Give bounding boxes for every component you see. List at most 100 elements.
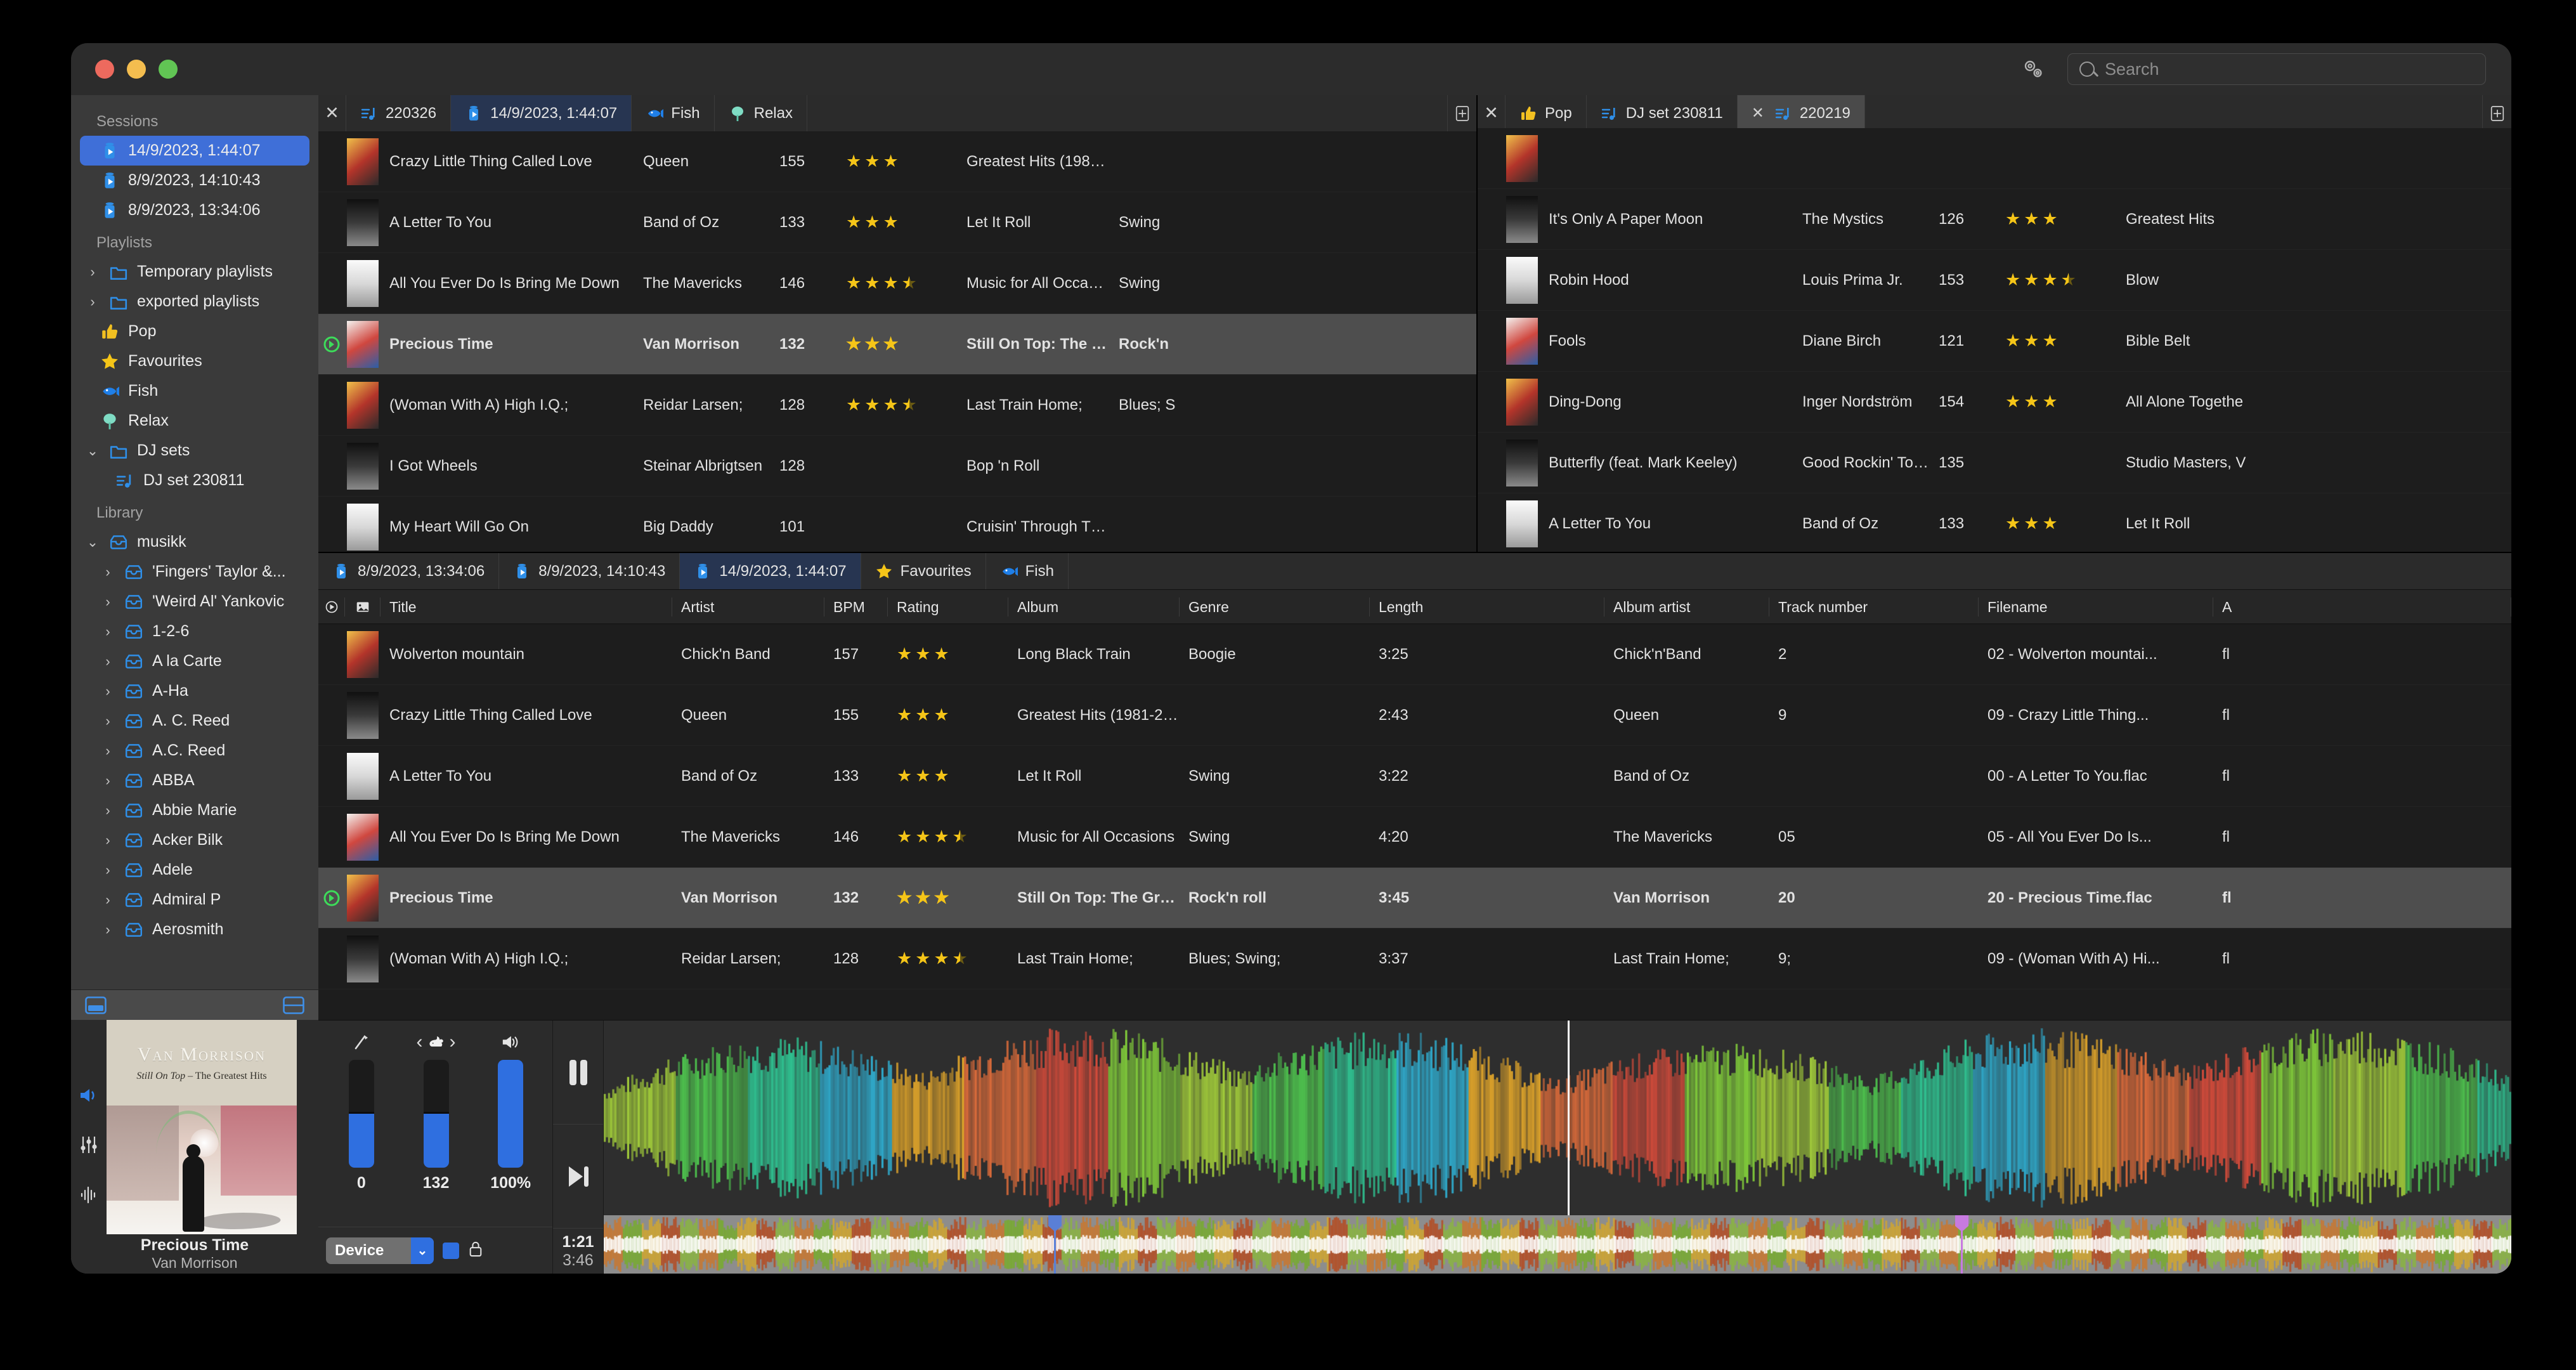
tab-fish[interactable]: Fish bbox=[632, 95, 715, 131]
rating-stars[interactable]: ★ ★ ★ bbox=[846, 214, 958, 231]
rating-stars[interactable]: ★ ★ ★ bbox=[2005, 332, 2117, 349]
table-row[interactable]: Crazy Little Thing Called Love Queen 155 ★ ★… bbox=[318, 131, 1476, 192]
chevron-right-icon[interactable]: › bbox=[101, 892, 114, 908]
tab-8-9-2023-13-34-06[interactable]: 8/9/2023, 13:34:06 bbox=[318, 553, 500, 589]
table-row[interactable]: A Letter To You Band of Oz 133 ★ ★ ★ Let It Ro… bbox=[318, 746, 2511, 807]
playback-controls[interactable]: 1:21 3:46 bbox=[553, 1021, 604, 1274]
device-select[interactable]: Device ⌄ bbox=[326, 1237, 434, 1264]
waveform-overview[interactable] bbox=[604, 1215, 2511, 1274]
column-header-a[interactable]: A bbox=[2213, 597, 2511, 616]
row-rating[interactable]: ★ ★ ★ ★ bbox=[837, 275, 958, 292]
chevron-right-icon[interactable]: › bbox=[86, 294, 99, 310]
table-row[interactable]: Precious Time Van Morrison 132 ★ ★ ★ Still On … bbox=[318, 868, 2511, 929]
table-row[interactable]: A Letter To You Band of Oz 133 ★ ★ ★ Let It Ro… bbox=[1478, 493, 2511, 552]
search-input[interactable] bbox=[2105, 59, 2474, 79]
bottom-pane-tabbar[interactable]: 8/9/2023, 13:34:06 8/9/2023, 14:10:43 14/9… bbox=[318, 553, 2511, 590]
sidebar-item-a-ha[interactable]: › A-Ha bbox=[80, 676, 309, 706]
right-pane-tabbar[interactable]: ✕ Pop DJ set 230811 ✕ 220219 bbox=[1478, 95, 2511, 132]
sidebar-item-abbie-marie[interactable]: › Abbie Marie bbox=[80, 795, 309, 825]
sidebar-item-acker-bilk[interactable]: › Acker Bilk bbox=[80, 825, 309, 855]
sidebar-item-admiral-p[interactable]: › Admiral P bbox=[80, 885, 309, 915]
rating-stars[interactable]: ★ ★ ★ bbox=[846, 153, 958, 170]
layout-toggle-bar[interactable] bbox=[71, 989, 318, 1020]
sidebar-item-temporary-playlists[interactable]: › Temporary playlists bbox=[80, 257, 309, 287]
chevron-right-icon[interactable]: › bbox=[101, 773, 114, 789]
tab-dj-set-230811[interactable]: DJ set 230811 bbox=[1587, 95, 1738, 131]
table-row[interactable]: Ding-Dong Inger Nordström 154 ★ ★ ★ All Alone … bbox=[1478, 372, 2511, 433]
right-pane-track-list[interactable]: It's Only A Paper Moon The Mystics 126 ★ ★ ★ G… bbox=[1478, 128, 2511, 552]
rating-stars[interactable]: ★ ★ ★ bbox=[2005, 211, 2117, 228]
left-pane-track-list[interactable]: Crazy Little Thing Called Love Queen 155 ★ ★… bbox=[318, 131, 1476, 552]
pause-button[interactable] bbox=[553, 1021, 603, 1124]
slider-track[interactable] bbox=[348, 1060, 374, 1168]
playhead-marker[interactable] bbox=[1568, 1021, 1570, 1215]
left-pane-close-icon[interactable]: ✕ bbox=[318, 95, 346, 131]
row-rating[interactable]: ★ ★ ★ bbox=[1996, 211, 2117, 228]
minimize-window-button[interactable] bbox=[127, 60, 146, 79]
row-rating[interactable]: ★ ★ ★ bbox=[837, 336, 958, 353]
rating-stars[interactable]: ★ ★ ★ ★ bbox=[2005, 271, 2117, 289]
sidebar-item-8-9-2023-14-10-43[interactable]: 8/9/2023, 14:10:43 bbox=[80, 166, 309, 195]
column-header-play[interactable] bbox=[318, 597, 345, 616]
rating-stars[interactable]: ★ ★ ★ ★ bbox=[897, 950, 1008, 967]
sidebar-item-relax[interactable]: Relax bbox=[80, 406, 309, 436]
tab-8-9-2023-14-10-43[interactable]: 8/9/2023, 14:10:43 bbox=[499, 553, 680, 589]
column-header-rating[interactable]: Rating bbox=[888, 597, 1008, 616]
sidebar-item-abba[interactable]: › ABBA bbox=[80, 766, 309, 795]
sidebar-item-a-c-reed[interactable]: › A.C. Reed bbox=[80, 736, 309, 766]
lock-icon[interactable] bbox=[468, 1240, 483, 1261]
waveform-detail[interactable] bbox=[604, 1021, 2511, 1215]
row-rating[interactable]: ★ ★ ★ bbox=[888, 767, 1008, 785]
chevron-right-icon[interactable]: › bbox=[101, 802, 114, 819]
rating-stars[interactable]: ★ ★ ★ ★ bbox=[846, 275, 958, 292]
column-header-artwork[interactable] bbox=[345, 597, 381, 616]
row-rating[interactable]: ★ ★ ★ bbox=[1996, 332, 2117, 349]
sidebar-item-8-9-2023-13-34-06[interactable]: 8/9/2023, 13:34:06 bbox=[80, 195, 309, 225]
rating-stars[interactable]: ★ ★ ★ bbox=[897, 646, 1008, 663]
table-row[interactable]: Fools Diane Birch 121 ★ ★ ★ Bible Belt bbox=[1478, 311, 2511, 372]
table-row[interactable]: All You Ever Do Is Bring Me Down The Mave… bbox=[318, 807, 2511, 868]
column-header-filename[interactable]: Filename bbox=[1979, 597, 2213, 616]
left-pane-tabbar[interactable]: ✕ 220326 14/9/2023, 1:44:07 Fish Relax bbox=[318, 95, 1476, 132]
table-row[interactable]: All You Ever Do Is Bring Me Down The Mave… bbox=[318, 253, 1476, 314]
chevron-right-icon[interactable]: › bbox=[101, 653, 114, 670]
window-controls[interactable] bbox=[71, 60, 318, 79]
chevron-right-icon[interactable]: › bbox=[101, 922, 114, 938]
rating-stars[interactable]: ★ ★ ★ bbox=[897, 767, 1008, 785]
table-row[interactable]: Crazy Little Thing Called Love Queen 155 ★ ★… bbox=[318, 685, 2511, 746]
slider-group[interactable]: 0 ‹ › 132 100% bbox=[318, 1021, 552, 1227]
table-row[interactable]: Wolverton mountain Chick'n Band 157 ★ ★ ★ Long… bbox=[318, 624, 2511, 685]
tempo-increase-button[interactable]: › bbox=[450, 1031, 456, 1053]
search-box[interactable] bbox=[2067, 53, 2486, 85]
volume-icon[interactable] bbox=[79, 1086, 99, 1107]
chevron-right-icon[interactable]: › bbox=[101, 713, 114, 729]
equalizer-icon[interactable] bbox=[79, 1135, 98, 1158]
row-play-indicator[interactable] bbox=[318, 335, 345, 354]
right-pane-add-tab-button[interactable] bbox=[2482, 95, 2511, 131]
sidebar-item-dj-set-230811[interactable]: DJ set 230811 bbox=[80, 466, 309, 495]
cue-marker-blue[interactable] bbox=[1048, 1215, 1062, 1274]
slider-volume[interactable]: 100% bbox=[476, 1031, 545, 1227]
column-header-artist[interactable]: Artist bbox=[672, 597, 824, 616]
rating-stars[interactable]: ★ ★ ★ bbox=[2005, 393, 2117, 410]
sidebar-item-aerosmith[interactable]: › Aerosmith bbox=[80, 915, 309, 944]
layout-split-icon[interactable] bbox=[283, 996, 304, 1014]
slider-track[interactable] bbox=[498, 1060, 524, 1168]
chevron-right-icon[interactable]: › bbox=[86, 264, 99, 280]
sidebar-item-favourites[interactable]: Favourites bbox=[80, 346, 309, 376]
slider-track[interactable] bbox=[423, 1060, 449, 1168]
tempo-decrease-button[interactable]: ‹ bbox=[417, 1031, 423, 1053]
column-header-title[interactable]: Title bbox=[381, 597, 672, 616]
row-rating[interactable]: ★ ★ ★ bbox=[1996, 393, 2117, 410]
chevron-down-icon[interactable]: ⌄ bbox=[86, 443, 99, 459]
row-rating[interactable]: ★ ★ ★ ★ bbox=[1996, 271, 2117, 289]
waveform-area[interactable] bbox=[604, 1021, 2511, 1274]
chevron-right-icon[interactable]: › bbox=[101, 862, 114, 878]
row-rating[interactable]: ★ ★ ★ ★ bbox=[837, 396, 958, 414]
sidebar-item-dj-sets[interactable]: ⌄ DJ sets bbox=[80, 436, 309, 466]
row-rating[interactable]: ★ ★ ★ bbox=[888, 646, 1008, 663]
table-row[interactable]: My Heart Will Go On Big Daddy 101 Cruisin' … bbox=[318, 497, 1476, 552]
table-row[interactable]: (Woman With A) High I.Q.; Reidar Larsen; 1… bbox=[318, 375, 1476, 436]
chevron-right-icon[interactable]: › bbox=[101, 832, 114, 849]
sidebar-item-musikk[interactable]: ⌄ musikk bbox=[80, 527, 309, 557]
